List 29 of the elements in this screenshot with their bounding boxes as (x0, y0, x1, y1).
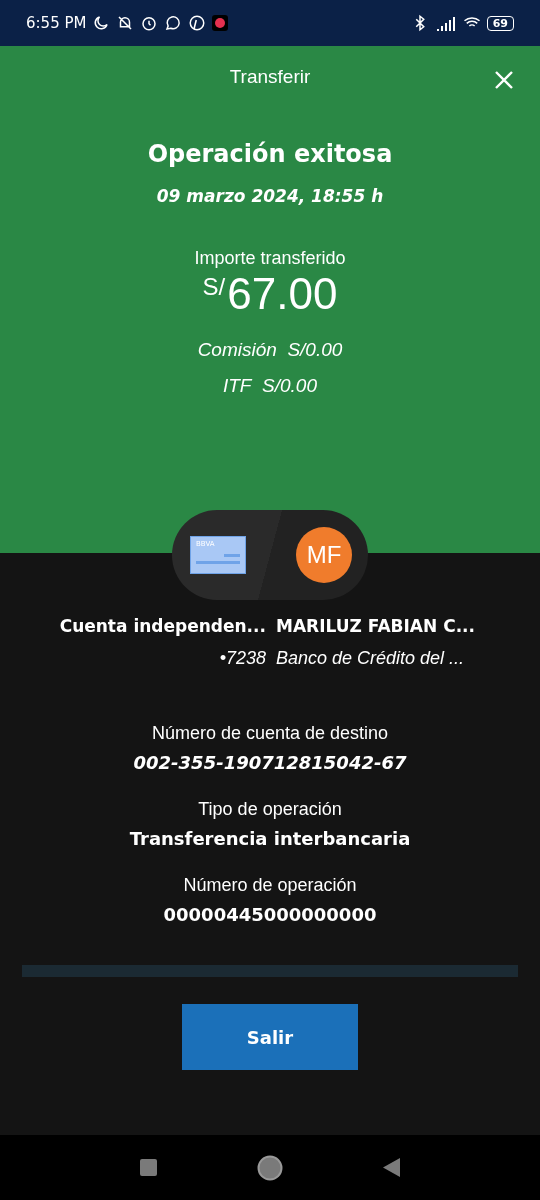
operation-date: 09 marzo 2024, 18:55 h (156, 186, 384, 206)
detail-value: 00000445000000000 (163, 904, 377, 925)
chat-icon (164, 14, 183, 32)
detail-label: Número de operación (183, 875, 357, 896)
origin-account-name: Cuenta independen... (59, 616, 266, 636)
avatar: MF (296, 527, 352, 583)
detail-label: Tipo de operación (198, 799, 342, 820)
amount-value: 67.00 (227, 269, 338, 319)
back-icon[interactable] (383, 1158, 400, 1177)
close-icon (494, 70, 514, 90)
home-icon[interactable] (257, 1154, 283, 1181)
currency-symbol: S/ (202, 273, 226, 301)
origin-account-number: •7238 (219, 648, 266, 669)
alarm-icon (140, 14, 159, 32)
detail-value: 002-355-190712815042-67 (133, 752, 407, 773)
battery-icon: 69 (486, 15, 514, 31)
exit-button[interactable]: Salir (182, 1004, 358, 1070)
success-title: Operación exitosa (147, 140, 393, 168)
signal-icon (434, 15, 457, 31)
recipient-bank: Banco de Crédito del ... (276, 648, 466, 669)
app-icon (212, 15, 229, 31)
screen-title: Transferir (229, 66, 311, 88)
fee-line: ITF S/0.00 (223, 375, 317, 397)
fee-line: Comisión S/0.00 (197, 339, 343, 361)
recipient-name: MARILUZ FABIAN C... (276, 616, 477, 636)
detail-value: Transferencia interbancaria (129, 828, 411, 849)
clock: 6:55 PM (26, 14, 87, 32)
detail-label: Número de cuenta de destino (151, 723, 389, 744)
amount-label: Importe transferido (194, 248, 346, 269)
